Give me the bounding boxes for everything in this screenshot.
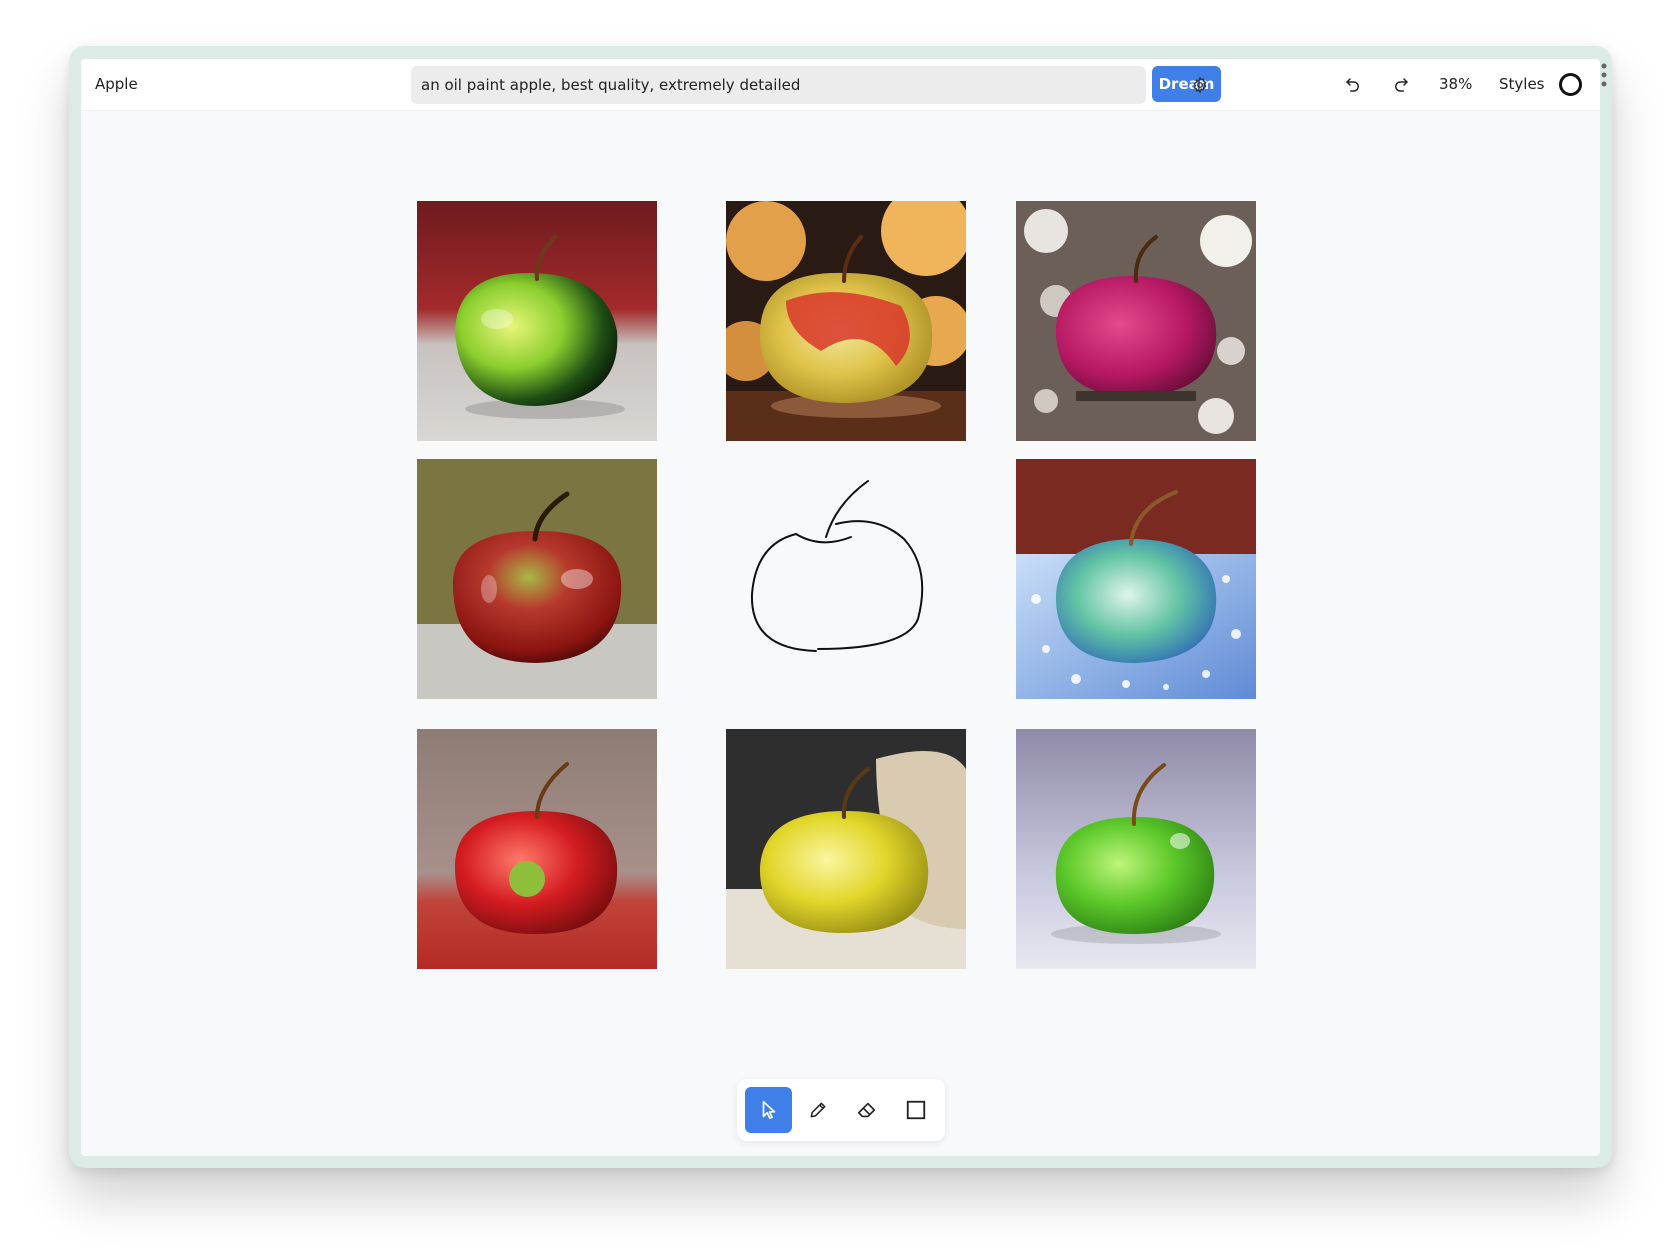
eraser-icon [857,1102,875,1118]
styles-label[interactable]: Styles [1499,75,1545,93]
tool-palette [737,1079,945,1141]
settings-button[interactable] [1187,73,1213,97]
app-window: Apple Dream 38% Styles [81,59,1600,1156]
zoom-level[interactable]: 38% [1439,75,1472,93]
eraser-tool-button[interactable] [843,1087,890,1133]
pencil-tool-button[interactable] [794,1087,841,1133]
undo-button[interactable] [1341,73,1365,97]
select-tool-button[interactable] [745,1087,792,1133]
canvas-image-3[interactable] [1016,201,1256,441]
canvas-image-9[interactable] [1016,729,1256,969]
project-title[interactable]: Apple [95,75,138,93]
canvas-image-2[interactable] [726,201,966,441]
square-icon [906,1100,925,1120]
redo-icon [1395,78,1408,92]
canvas-image-4[interactable] [417,459,657,699]
style-selector-icon[interactable] [1559,73,1582,96]
canvas-image-1[interactable] [417,201,657,441]
apple-sketch[interactable] [726,459,966,699]
prompt-input[interactable] [411,66,1146,104]
canvas-image-8[interactable] [726,729,966,969]
more-options-icon[interactable] [1600,62,1608,88]
canvas-image-6[interactable] [1016,459,1256,699]
gear-icon [1193,76,1207,94]
rectangle-tool-button[interactable] [892,1087,939,1133]
pencil-icon [810,1102,825,1118]
canvas-image-7[interactable] [417,729,657,969]
top-bar: Apple Dream 38% Styles [81,59,1600,111]
pointer-icon [762,1100,775,1120]
undo-icon [1346,78,1359,92]
redo-button[interactable] [1389,73,1413,97]
